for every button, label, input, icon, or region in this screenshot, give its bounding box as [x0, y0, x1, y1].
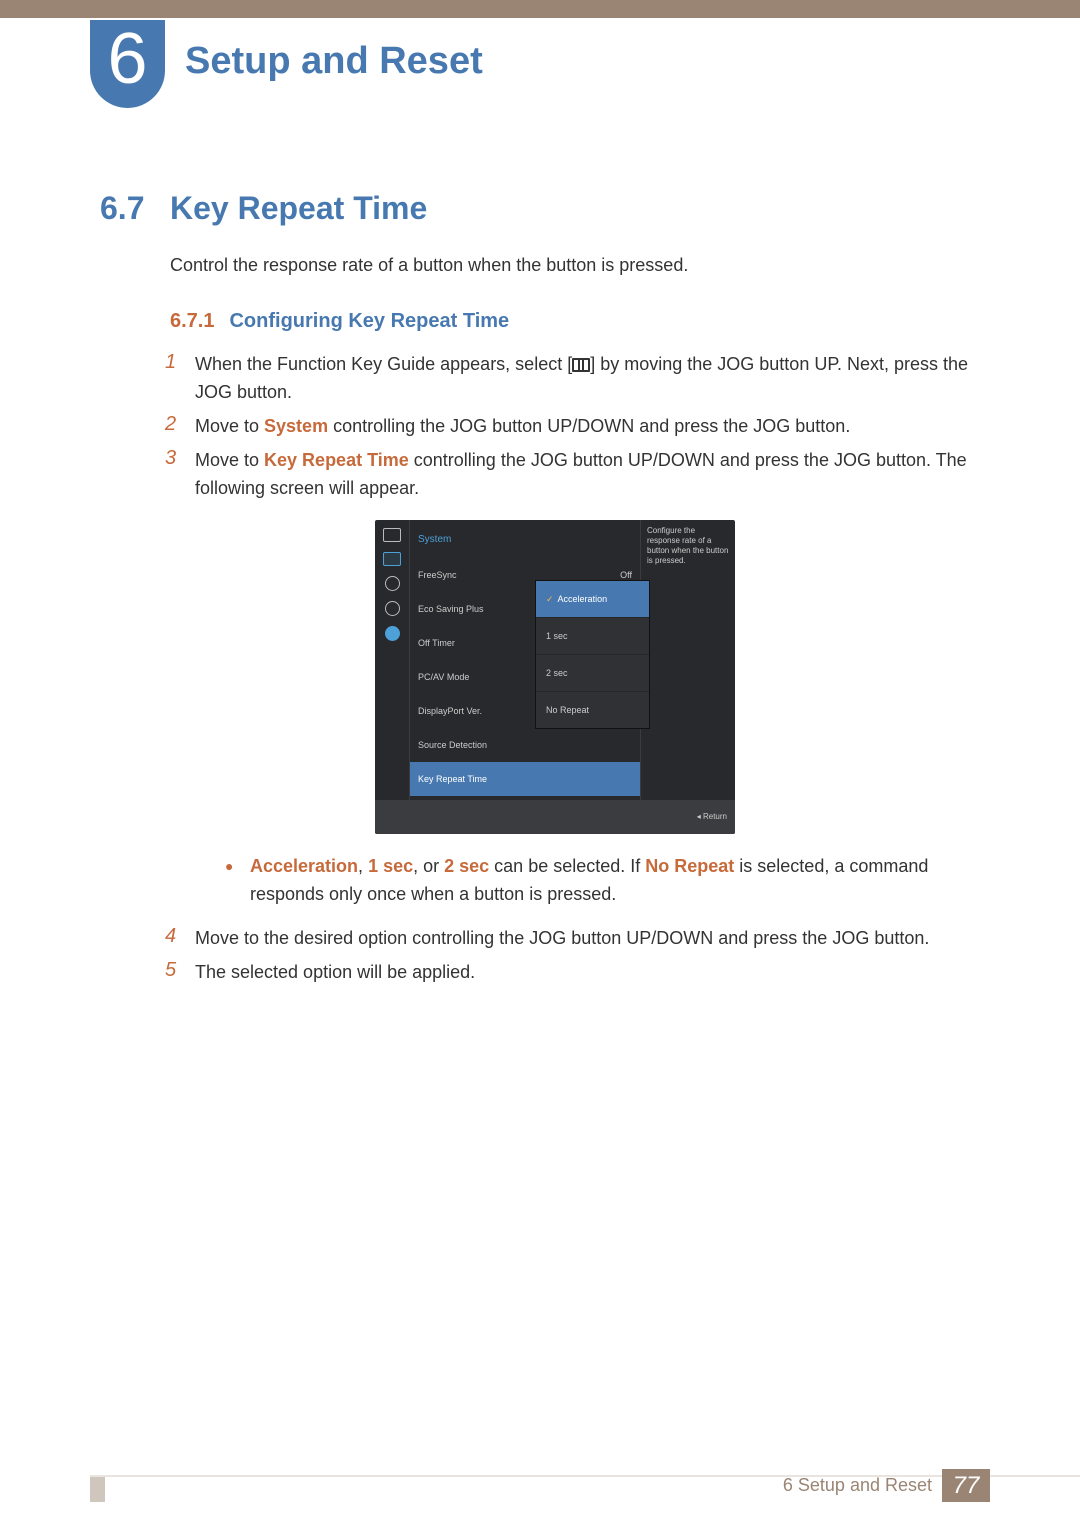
step-4: 4 Move to the desired option controlling…: [165, 924, 1000, 952]
osd-description: Configure the response rate of a button …: [640, 520, 735, 800]
osd-menu-title: System: [410, 524, 640, 558]
step-body: Move to the desired option controlling t…: [195, 924, 1000, 952]
step-number: 5: [165, 958, 195, 982]
steps-list: 1 When the Function Key Guide appears, s…: [165, 350, 1000, 992]
osd-row-source: Source Detection: [410, 728, 640, 762]
footer-chapter-label: 6 Setup and Reset: [783, 1475, 932, 1496]
options-icon: [385, 576, 400, 591]
highlight-system: System: [264, 416, 328, 436]
subsection-heading: 6.7.1 Configuring Key Repeat Time: [170, 310, 509, 333]
subsection-title: Configuring Key Repeat Time: [229, 310, 509, 333]
step-text: controlling the JOG button UP/DOWN and p…: [328, 416, 850, 436]
page-number: 77: [942, 1469, 990, 1502]
osd-popup: Acceleration 1 sec 2 sec No Repeat: [535, 580, 650, 729]
page-footer: 6 Setup and Reset 77: [783, 1469, 990, 1502]
screen-icon: [383, 552, 401, 566]
step-body: When the Function Key Guide appears, sel…: [195, 350, 1000, 406]
chapter-number-badge: 6: [90, 20, 165, 108]
osd-return-hint: Return: [375, 800, 735, 834]
footer-accent-block: [90, 1477, 105, 1502]
step-number: 4: [165, 924, 195, 948]
step-body: Move to System controlling the JOG butto…: [195, 412, 1000, 440]
text: ,: [358, 856, 368, 876]
subsection-number: 6.7.1: [170, 310, 214, 333]
osd-option-norepeat: No Repeat: [536, 692, 649, 728]
section-number: 6.7: [100, 190, 170, 227]
step-2: 2 Move to System controlling the JOG but…: [165, 412, 1000, 440]
section-heading: 6.7 Key Repeat Time: [100, 190, 1000, 227]
section-intro-text: Control the response rate of a button wh…: [170, 255, 688, 276]
step-text: When the Function Key Guide appears, sel…: [195, 354, 572, 374]
step-body: The selected option will be applied.: [195, 958, 1000, 986]
menu-icon: [572, 358, 590, 372]
step-text: Move to: [195, 416, 264, 436]
osd-option-1sec: 1 sec: [536, 618, 649, 655]
section-title: Key Repeat Time: [170, 190, 427, 227]
step-3: 3 Move to Key Repeat Time controlling th…: [165, 446, 1000, 918]
step-number: 3: [165, 446, 195, 470]
osd-row-keyrepeat: Key Repeat Time: [410, 762, 640, 796]
osd-sidebar-icons: [375, 520, 410, 800]
osd-option-2sec: 2 sec: [536, 655, 649, 692]
gear-icon: [385, 601, 400, 616]
step-1: 1 When the Function Key Guide appears, s…: [165, 350, 1000, 406]
hl-2sec: 2 sec: [444, 856, 489, 876]
hl-acceleration: Acceleration: [250, 856, 358, 876]
text: , or: [413, 856, 444, 876]
step-5: 5 The selected option will be applied.: [165, 958, 1000, 986]
hl-norepeat: No Repeat: [645, 856, 734, 876]
info-icon: [385, 626, 400, 641]
osd-option-acceleration: Acceleration: [536, 581, 649, 618]
highlight-key-repeat: Key Repeat Time: [264, 450, 409, 470]
bullet-icon: ●: [225, 852, 250, 908]
step-body: Move to Key Repeat Time controlling the …: [195, 446, 1000, 918]
step-number: 2: [165, 412, 195, 436]
step-text: Move to: [195, 450, 264, 470]
osd-screenshot: System FreeSyncOff Eco Saving PlusOff Of…: [375, 520, 735, 834]
chapter-title: Setup and Reset: [185, 40, 483, 83]
bullet-text: Acceleration, 1 sec, or 2 sec can be sel…: [250, 852, 1000, 908]
step-number: 1: [165, 350, 195, 374]
osd-menu-list: System FreeSyncOff Eco Saving PlusOff Of…: [410, 520, 640, 800]
picture-icon: [383, 528, 401, 542]
top-color-band: [0, 0, 1080, 18]
bullet-note: ● Acceleration, 1 sec, or 2 sec can be s…: [225, 852, 1000, 908]
text: can be selected. If: [489, 856, 645, 876]
hl-1sec: 1 sec: [368, 856, 413, 876]
